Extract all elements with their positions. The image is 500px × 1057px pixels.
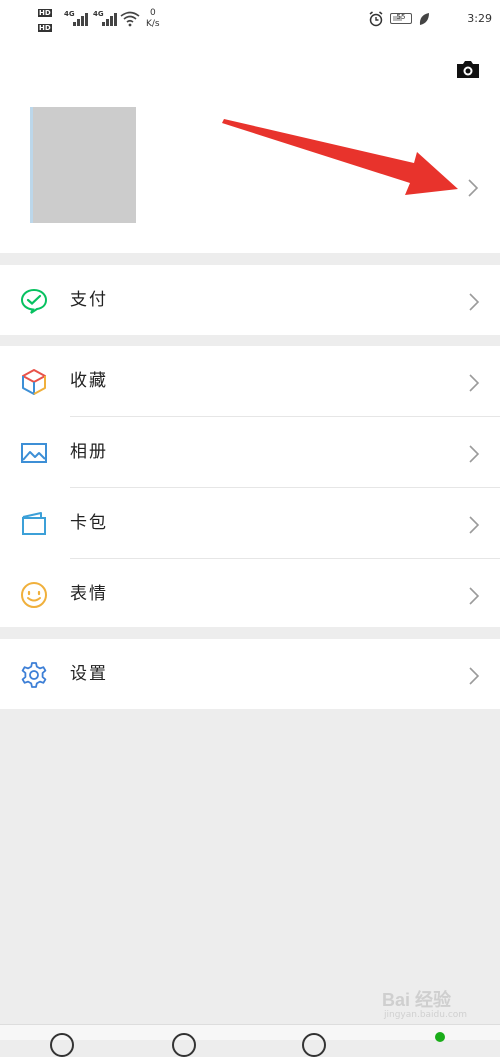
tab-chats-icon[interactable]: [50, 1033, 74, 1057]
clock: 3:29: [467, 12, 492, 25]
menu-item-label: 设置: [70, 664, 108, 684]
smiley-icon: [21, 582, 47, 608]
menu-item-label: 相册: [70, 442, 108, 462]
menu-item-album[interactable]: 相册: [0, 417, 500, 487]
watermark-site: jingyan.baidu.com: [384, 1010, 468, 1020]
chevron-right-icon: [469, 667, 480, 685]
pay-section: 支付: [0, 265, 500, 335]
menu-item-cards[interactable]: 卡包: [0, 488, 500, 558]
menu-item-label: 表情: [70, 584, 108, 604]
tab-discover-icon[interactable]: [302, 1033, 326, 1057]
hd-badge: HD: [38, 24, 52, 32]
gear-icon: [21, 662, 47, 688]
tab-bar: [0, 1024, 500, 1057]
status-bar: HD HD 4G 4G 0 K/s 55 3:29: [0, 0, 500, 40]
picture-icon: [21, 443, 47, 463]
cube-icon: [22, 369, 46, 395]
menu-item-settings[interactable]: 设置: [0, 639, 500, 709]
chevron-right-icon: [469, 293, 480, 311]
leaf-icon: [419, 13, 429, 25]
tab-contacts-icon[interactable]: [172, 1033, 196, 1057]
wifi-icon: [120, 11, 140, 27]
avatar[interactable]: [30, 107, 136, 223]
chevron-right-icon: [469, 516, 480, 534]
watermark: Bai 经验 jingyan.baidu.com: [382, 986, 492, 1026]
card-wallet-icon: [22, 512, 46, 535]
alarm-icon: [369, 11, 383, 27]
chevron-right-icon: [469, 374, 480, 392]
hd-badge: HD: [38, 9, 52, 17]
network-speed: 0 K/s: [146, 8, 160, 29]
tab-me-icon[interactable]: [435, 1032, 445, 1042]
watermark-brand: Bai 经验: [382, 990, 452, 1010]
menu-item-label: 卡包: [70, 513, 108, 533]
menu-item-pay[interactable]: 支付: [0, 265, 500, 335]
settings-section: 设置: [0, 639, 500, 709]
menu-item-label: 收藏: [70, 371, 108, 391]
battery-icon: 55: [390, 13, 412, 24]
camera-icon[interactable]: [455, 58, 481, 80]
chevron-right-icon[interactable]: [467, 178, 479, 198]
features-section: 收藏 相册 卡包 表情: [0, 346, 500, 627]
chevron-right-icon: [469, 587, 480, 605]
menu-item-favorites[interactable]: 收藏: [0, 346, 500, 416]
status-right: 55: [368, 11, 464, 29]
wechat-pay-icon: [20, 288, 48, 314]
chevron-right-icon: [469, 445, 480, 463]
menu-item-stickers[interactable]: 表情: [0, 559, 500, 629]
menu-item-label: 支付: [70, 290, 108, 310]
